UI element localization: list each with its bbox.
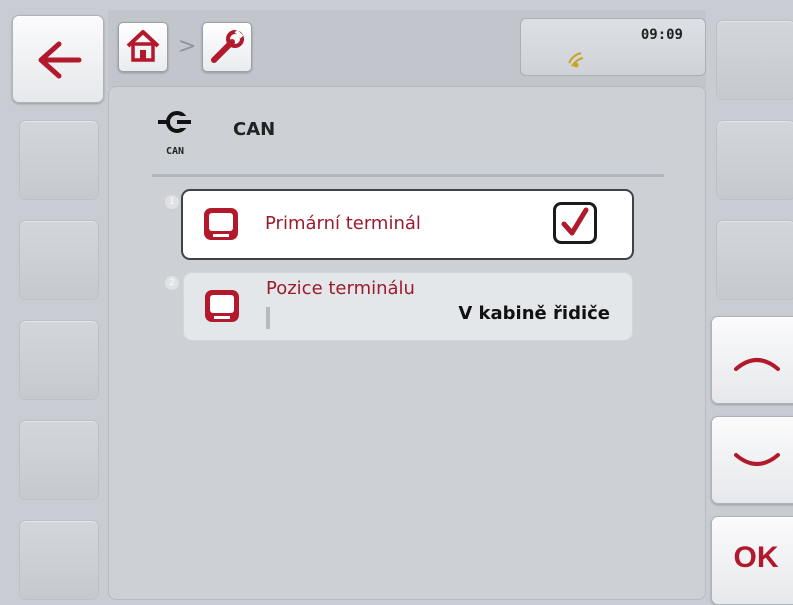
primary-terminal-checkbox[interactable] <box>553 202 597 244</box>
title-divider <box>152 174 664 177</box>
back-button[interactable] <box>12 15 104 103</box>
list-item-terminal-position[interactable]: Pozice terminálu V kabině řidiče <box>183 272 633 341</box>
left-softkey-6[interactable] <box>19 520 99 600</box>
main-panel <box>108 86 706 600</box>
chevron-up-icon <box>734 358 780 371</box>
gps-signal-icon <box>568 52 584 68</box>
terminal-icon <box>205 290 239 322</box>
status-box: 09:09 <box>520 18 706 76</box>
list-item-primary-terminal[interactable]: Primární terminál <box>181 189 634 260</box>
left-softkey-4[interactable] <box>19 320 99 400</box>
scroll-up-button[interactable] <box>711 316 793 404</box>
left-softkey-3[interactable] <box>19 220 99 300</box>
right-softkey-3[interactable] <box>716 220 793 300</box>
clock-time: 09:09 <box>640 27 683 43</box>
chevron-down-icon <box>734 453 780 466</box>
home-icon <box>126 30 160 62</box>
right-softkey-2[interactable] <box>716 120 793 200</box>
item-value: V kabině řidiče <box>458 303 610 324</box>
breadcrumb-home-button[interactable] <box>118 22 168 72</box>
wrench-icon <box>211 29 244 63</box>
breadcrumb-settings-button[interactable] <box>202 22 252 72</box>
ok-button[interactable]: OK <box>711 516 793 605</box>
item-number-badge: 2 <box>165 276 179 290</box>
right-softkey-1[interactable] <box>716 20 793 100</box>
scroll-down-button[interactable] <box>711 416 793 504</box>
checkmark-icon <box>561 207 589 236</box>
terminal-icon <box>204 208 238 240</box>
arrow-left-icon <box>38 41 82 79</box>
left-softkey-2[interactable] <box>19 120 99 200</box>
breadcrumb-separator: > <box>178 34 197 59</box>
page-title: CAN <box>233 119 276 140</box>
item-label: Primární terminál <box>265 213 421 234</box>
value-indicator-bar <box>266 307 270 329</box>
left-softkey-5[interactable] <box>19 420 99 500</box>
item-label: Pozice terminálu <box>266 278 415 299</box>
item-number-badge: 1 <box>165 195 179 209</box>
can-icon-label: CAN <box>166 146 185 157</box>
can-connector-icon <box>158 111 191 133</box>
ok-label: OK <box>733 541 779 574</box>
